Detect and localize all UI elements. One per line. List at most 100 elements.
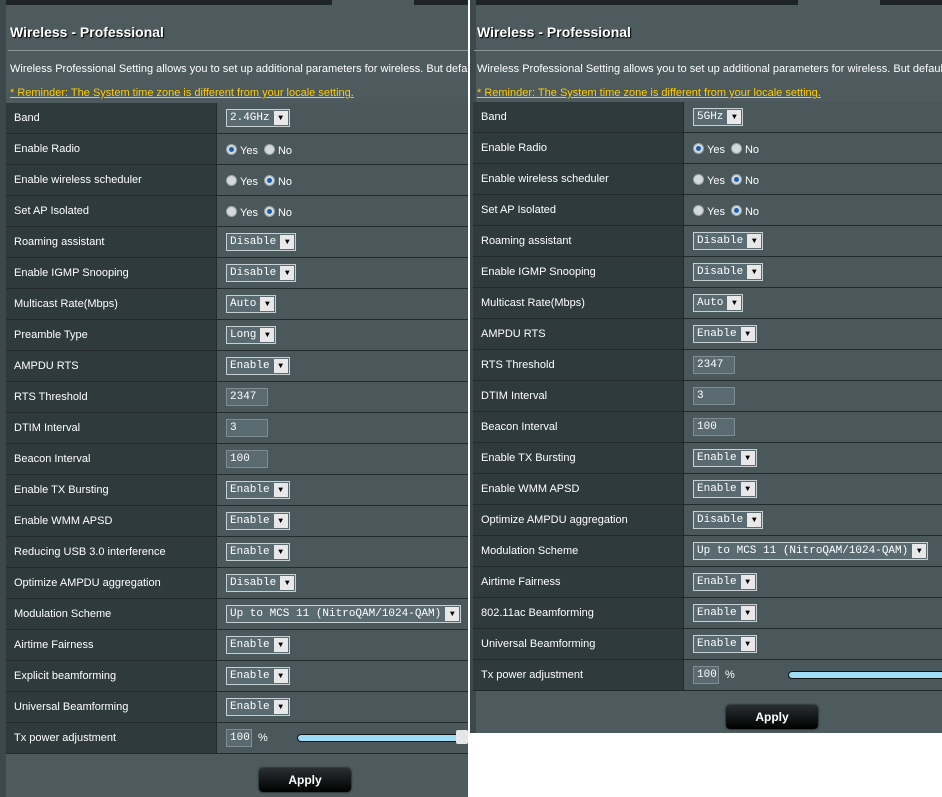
- band-select[interactable]: 5GHz ▼: [693, 108, 744, 126]
- slider-thumb[interactable]: [455, 730, 468, 744]
- apply-button[interactable]: Apply: [259, 768, 351, 792]
- apply-button[interactable]: Apply: [726, 705, 818, 729]
- chevron-down-icon[interactable]: ▼: [747, 234, 762, 248]
- rts-threshold-input[interactable]: 2347: [693, 356, 735, 374]
- chevron-down-icon[interactable]: ▼: [273, 111, 288, 125]
- tab-selected[interactable]: [798, 0, 880, 5]
- radio-yes[interactable]: [693, 142, 704, 154]
- chevron-down-icon[interactable]: ▼: [273, 359, 288, 373]
- radio-yes[interactable]: [226, 143, 237, 155]
- chevron-down-icon[interactable]: ▼: [273, 638, 288, 652]
- radio-yes[interactable]: [693, 204, 704, 216]
- chevron-down-icon[interactable]: ▼: [747, 513, 762, 527]
- tx-power-input[interactable]: 100: [226, 729, 252, 747]
- chevron-down-icon[interactable]: ▼: [273, 514, 288, 528]
- setting-value-cell: Yes No: [216, 134, 468, 164]
- radio-no[interactable]: [730, 142, 742, 154]
- percent-unit: %: [725, 669, 735, 681]
- explicit-beamforming-select[interactable]: Enable ▼: [226, 667, 290, 685]
- optimize-ampdu-aggregation-select[interactable]: Disable ▼: [693, 511, 764, 529]
- chevron-down-icon[interactable]: ▼: [260, 328, 275, 342]
- enable-igmp-snooping-select[interactable]: Disable ▼: [693, 263, 764, 281]
- radio-no[interactable]: [730, 204, 742, 216]
- timezone-reminder-link[interactable]: * Reminder: The System time zone is diff…: [477, 87, 821, 99]
- radio-no[interactable]: [263, 205, 275, 217]
- band-select[interactable]: 2.4GHz ▼: [226, 109, 290, 127]
- radio-no[interactable]: [730, 173, 742, 185]
- rts-threshold-input[interactable]: 2347: [226, 388, 268, 406]
- chevron-down-icon[interactable]: ▼: [273, 669, 288, 683]
- chevron-down-icon[interactable]: ▼: [740, 482, 755, 496]
- chevron-down-icon[interactable]: ▼: [260, 297, 275, 311]
- optimize-ampdu-aggregation-select[interactable]: Disable ▼: [226, 574, 297, 592]
- chevron-down-icon[interactable]: ▼: [740, 575, 755, 589]
- radio-no[interactable]: [263, 174, 275, 186]
- reducing-usb-3-0-interference-select[interactable]: Enable ▼: [226, 543, 290, 561]
- chevron-down-icon[interactable]: ▼: [280, 266, 295, 280]
- chevron-down-icon[interactable]: ▼: [273, 700, 288, 714]
- setting-label: DTIM Interval: [473, 381, 683, 411]
- radio-yes-label: Yes: [240, 144, 258, 157]
- enable-wireless-scheduler-radio-group: Yes No: [226, 173, 298, 188]
- tx-power-slider[interactable]: [787, 671, 942, 679]
- setting-value-cell: Disable ▼: [683, 505, 942, 535]
- enable-wmm-apsd-select[interactable]: Enable ▼: [693, 480, 757, 498]
- chevron-down-icon[interactable]: ▼: [740, 327, 755, 341]
- enable-igmp-snooping-select[interactable]: Disable ▼: [226, 264, 297, 282]
- universal-beamforming-select[interactable]: Enable ▼: [693, 635, 757, 653]
- ampdu-rts-select[interactable]: Enable ▼: [693, 325, 757, 343]
- preamble-type-select[interactable]: Long ▼: [226, 326, 277, 344]
- airtime-fairness-select[interactable]: Enable ▼: [693, 573, 757, 591]
- set-ap-isolated-radio-group: Yes No: [693, 203, 765, 218]
- setting-row-optimize-ampdu-aggregation: Optimize AMPDU aggregation Disable ▼: [473, 505, 942, 536]
- setting-value-cell: Enable ▼: [683, 567, 942, 597]
- setting-label: Universal Beamforming: [6, 692, 216, 722]
- chevron-down-icon[interactable]: ▼: [273, 483, 288, 497]
- tx-power-input[interactable]: 100: [693, 666, 719, 684]
- multicast-rate-mbps-select[interactable]: Auto ▼: [226, 295, 277, 313]
- setting-label: Band: [473, 102, 683, 132]
- chevron-down-icon[interactable]: ▼: [273, 545, 288, 559]
- chevron-down-icon[interactable]: ▼: [445, 607, 460, 621]
- select-value: Up to MCS 11 (NitroQAM/1024-QAM): [230, 608, 442, 620]
- setting-row-rts-threshold: RTS Threshold 2347: [6, 382, 468, 413]
- chevron-down-icon[interactable]: ▼: [747, 265, 762, 279]
- radio-yes[interactable]: [693, 173, 704, 185]
- chevron-down-icon[interactable]: ▼: [727, 110, 742, 124]
- timezone-reminder-link[interactable]: * Reminder: The System time zone is diff…: [10, 87, 354, 99]
- ampdu-rts-select[interactable]: Enable ▼: [226, 357, 290, 375]
- modulation-scheme-select[interactable]: Up to MCS 11 (NitroQAM/1024-QAM) ▼: [693, 542, 929, 560]
- chevron-down-icon[interactable]: ▼: [740, 637, 755, 651]
- beacon-interval-input[interactable]: 100: [693, 418, 735, 436]
- setting-label: Airtime Fairness: [6, 630, 216, 660]
- tx-power-slider[interactable]: [296, 730, 468, 744]
- chevron-down-icon[interactable]: ▼: [280, 235, 295, 249]
- dtim-interval-input[interactable]: 3: [226, 419, 268, 437]
- airtime-fairness-select[interactable]: Enable ▼: [226, 636, 290, 654]
- dtim-interval-input[interactable]: 3: [693, 387, 735, 405]
- roaming-assistant-select[interactable]: Disable ▼: [226, 233, 297, 251]
- enable-tx-bursting-select[interactable]: Enable ▼: [226, 481, 290, 499]
- radio-no[interactable]: [263, 143, 275, 155]
- radio-yes-label: Yes: [707, 143, 725, 156]
- modulation-scheme-select[interactable]: Up to MCS 11 (NitroQAM/1024-QAM) ▼: [226, 605, 462, 623]
- multicast-rate-mbps-select[interactable]: Auto ▼: [693, 294, 744, 312]
- roaming-assistant-select[interactable]: Disable ▼: [693, 232, 764, 250]
- chevron-down-icon[interactable]: ▼: [280, 576, 295, 590]
- enable-wmm-apsd-select[interactable]: Enable ▼: [226, 512, 290, 530]
- select-value: Enable: [230, 670, 270, 682]
- setting-row-tx-power-adjustment: Tx power adjustment 100 %: [6, 723, 468, 754]
- beacon-interval-input[interactable]: 100: [226, 450, 268, 468]
- radio-yes[interactable]: [226, 174, 237, 186]
- chevron-down-icon[interactable]: ▼: [740, 606, 755, 620]
- radio-yes[interactable]: [226, 205, 237, 217]
- chevron-down-icon[interactable]: ▼: [740, 451, 755, 465]
- settings-table: Band 5GHz ▼ Enable Radio Yes No Enable wirel…: [473, 102, 942, 691]
- chevron-down-icon[interactable]: ▼: [727, 296, 742, 310]
- setting-row-dtim-interval: DTIM Interval 3: [6, 413, 468, 444]
- tab-selected[interactable]: [332, 0, 414, 5]
- chevron-down-icon[interactable]: ▼: [912, 544, 927, 558]
- enable-tx-bursting-select[interactable]: Enable ▼: [693, 449, 757, 467]
- 802-11ac-beamforming-select[interactable]: Enable ▼: [693, 604, 757, 622]
- universal-beamforming-select[interactable]: Enable ▼: [226, 698, 290, 716]
